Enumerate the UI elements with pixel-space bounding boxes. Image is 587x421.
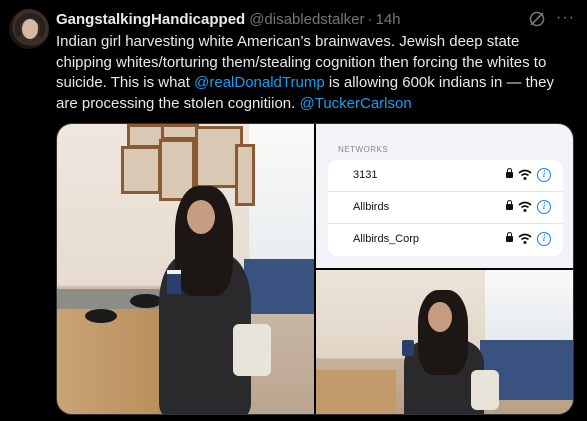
network-row[interactable]: Allbirds i xyxy=(328,192,563,224)
info-icon[interactable]: i xyxy=(537,168,551,182)
avatar-face xyxy=(22,19,38,39)
grok-icon[interactable] xyxy=(528,10,546,28)
lock-icon xyxy=(506,232,513,242)
wifi-icon xyxy=(518,169,532,180)
tweet[interactable]: GangstalkingHandicapped @disabledstalker… xyxy=(0,0,587,421)
lock-icon xyxy=(506,200,513,210)
separator-dot: · xyxy=(367,10,373,28)
media-photo[interactable] xyxy=(316,270,573,414)
mention-link[interactable]: @realDonaldTrump xyxy=(194,74,325,91)
network-name: Allbirds_Corp xyxy=(353,233,420,245)
network-name: 3131 xyxy=(353,169,378,181)
photo-counter-hole xyxy=(85,309,117,323)
info-icon[interactable]: i xyxy=(537,200,551,214)
photo-cup xyxy=(167,270,181,294)
networks-list: 3131 i Allbirds i Allbirds_Corp i xyxy=(328,160,563,256)
wifi-icon xyxy=(518,233,532,244)
media-photo[interactable] xyxy=(57,124,314,414)
photo-shelf xyxy=(244,259,314,314)
networks-header: NETWORKS xyxy=(338,145,389,154)
photo-window xyxy=(485,270,573,350)
photo-frame xyxy=(121,146,161,194)
network-row[interactable]: 3131 i xyxy=(328,160,563,192)
wifi-icon xyxy=(518,201,532,212)
photo-frame xyxy=(235,144,255,206)
handle[interactable]: @disabledstalker xyxy=(249,11,364,28)
photo-counter-hole xyxy=(130,294,162,308)
network-row[interactable]: Allbirds_Corp i xyxy=(328,224,563,256)
mention-link[interactable]: @TuckerCarlson xyxy=(299,95,411,112)
photo-bag xyxy=(471,370,499,410)
display-name[interactable]: GangstalkingHandicapped xyxy=(56,11,245,28)
media-grid: NETWORKS 3131 i Allbirds i Allbirds_Corp xyxy=(56,123,574,415)
photo-cabinet xyxy=(57,309,167,414)
photo-person-face xyxy=(428,302,452,332)
tweet-text: Indian girl harvesting white American’s … xyxy=(56,32,576,114)
photo-person-face xyxy=(187,200,215,234)
photo-cabinet xyxy=(316,370,396,414)
timestamp[interactable]: 14h xyxy=(376,11,401,28)
lock-icon xyxy=(506,168,513,178)
network-name: Allbirds xyxy=(353,201,390,213)
tweet-header: GangstalkingHandicapped @disabledstalker… xyxy=(56,9,401,29)
more-icon[interactable]: ··· xyxy=(556,10,576,28)
avatar[interactable] xyxy=(9,9,49,49)
info-icon[interactable]: i xyxy=(537,232,551,246)
photo-bag xyxy=(233,324,271,376)
photo-window xyxy=(249,124,314,274)
photo-frame xyxy=(161,124,199,140)
photo-phone xyxy=(402,340,414,356)
media-photo[interactable]: NETWORKS 3131 i Allbirds i Allbirds_Corp xyxy=(316,124,573,268)
